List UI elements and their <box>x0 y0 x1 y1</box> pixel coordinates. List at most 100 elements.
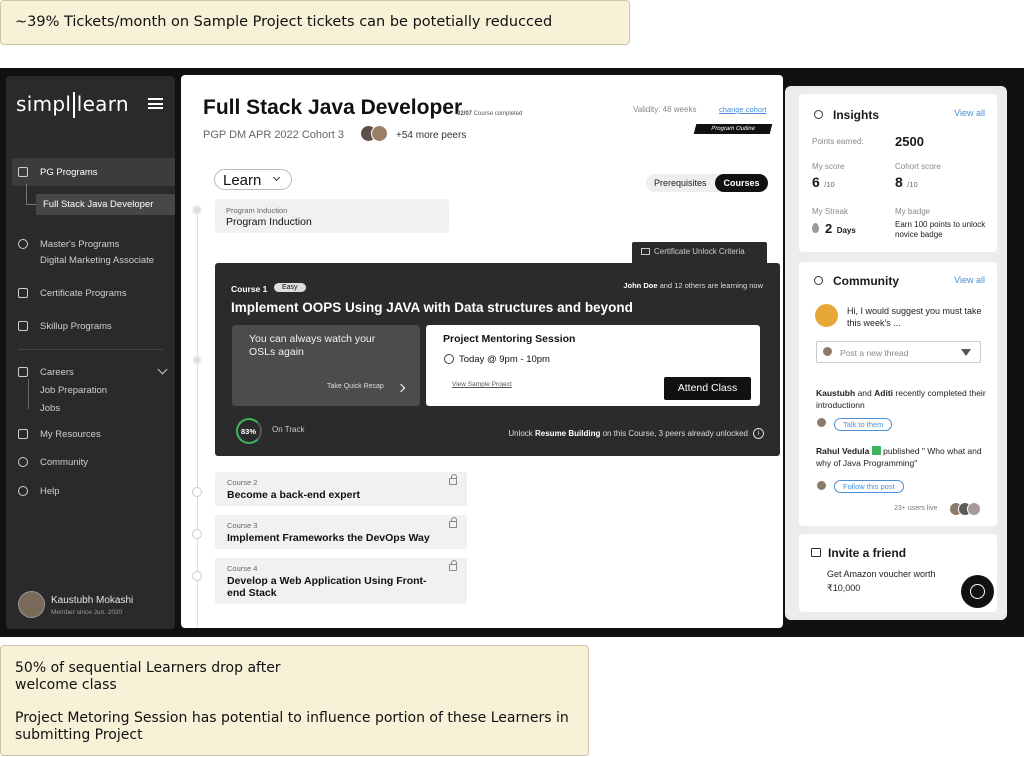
community-view-all[interactable]: View all <box>954 275 985 285</box>
timeline-dot <box>192 529 202 539</box>
course-1-card: Course 1 Easy John Doe and 12 others are… <box>215 263 780 456</box>
peer-avatars[interactable] <box>360 125 388 147</box>
unlock-bold: Resume Building <box>535 429 601 438</box>
activity-user[interactable]: Kaustubh <box>816 388 855 398</box>
sidebar-subitem-job-prep[interactable]: Job Preparation <box>40 385 107 396</box>
flame-icon <box>812 223 819 233</box>
insights-view-all[interactable]: View all <box>954 108 985 118</box>
course-number: Course 4 <box>227 564 258 573</box>
badge-text: Earn 100 points to unlock novice badge <box>895 220 986 239</box>
sidebar-subitem-label[interactable]: Digital Marketing Associate <box>40 255 154 266</box>
avatar <box>816 417 827 428</box>
avatar <box>18 591 45 618</box>
learning-now: John Doe and 12 others are learning now <box>623 281 763 290</box>
course-title: Develop a Web Application Using Front-en… <box>227 575 427 599</box>
activity-user[interactable]: Rahul Vedula <box>816 446 869 456</box>
sidebar-item-masters[interactable]: Master's Programs Digital Marketing Asso… <box>6 238 175 268</box>
tab-courses[interactable]: Courses <box>715 174 768 192</box>
logo-bar <box>73 92 75 118</box>
chevron-down-icon[interactable] <box>157 364 168 375</box>
cohort-score-value: 8 <box>895 174 903 190</box>
session-title: Project Mentoring Session <box>443 333 576 345</box>
avatar <box>822 346 833 357</box>
main-panel: Full Stack Java Developer 02/07 Course c… <box>181 75 783 628</box>
send-icon[interactable] <box>961 349 971 356</box>
unlock-pre: Unlock <box>508 429 533 438</box>
course-tabs: Prerequisites Courses <box>646 174 768 192</box>
activity-1: Kaustubh and Aditi recently completed th… <box>816 387 986 411</box>
certificate-badge-icon <box>18 239 28 249</box>
learn-dropdown[interactable]: Learn <box>214 169 292 190</box>
annotation-line: 50% of sequential Learners drop after <box>15 660 281 676</box>
sidebar-item-skillup[interactable]: Skillup Programs <box>6 321 175 335</box>
logo-part-b: learn <box>76 92 129 116</box>
streak-value: 2 <box>825 221 833 236</box>
sidebar-item-label: Help <box>40 486 60 497</box>
streak-unit: Days <box>836 226 856 235</box>
annotation-line: submitting Project <box>15 727 143 743</box>
view-sample-project-link[interactable]: View Sample Project <box>452 381 512 388</box>
sidebar-subitem-jobs[interactable]: Jobs <box>40 403 60 414</box>
unlock-info: Unlock Resume Building on this Course, 3… <box>508 429 748 438</box>
tab-prerequisites[interactable]: Prerequisites <box>654 178 707 188</box>
follow-post-button[interactable]: Follow this post <box>834 480 904 493</box>
my-score: 6 /10 <box>812 174 835 192</box>
menu-icon[interactable] <box>148 98 163 109</box>
sidebar-item-careers[interactable]: Careers Job Preparation Jobs <box>6 364 175 414</box>
user-since: Member since Jun. 2020 <box>51 609 123 616</box>
post-thread-input[interactable]: Post a new thread <box>816 341 981 363</box>
avatar <box>816 480 827 491</box>
user-profile[interactable]: Kaustubh Mokashi Member since Jun. 2020 <box>18 591 168 621</box>
certificate-icon <box>641 248 650 255</box>
quick-recap-link[interactable]: Take Quick Recap <box>327 383 384 390</box>
cohort-score-label: Cohort score <box>895 162 941 171</box>
course-4-card[interactable]: Course 4 Develop a Web Application Using… <box>215 558 467 604</box>
annotation-line: welcome class <box>15 677 117 693</box>
progress-percent: 83% <box>241 427 257 436</box>
induction-title: Program Induction <box>226 216 312 228</box>
recap-card[interactable]: You can always watch your OSLs again Tak… <box>232 325 420 406</box>
difficulty-badge: Easy <box>274 283 306 292</box>
avatar <box>967 502 981 516</box>
activity-2: Rahul Vedula published " Who what and wh… <box>816 445 986 469</box>
sidebar-item-certificate[interactable]: Certificate Programs <box>6 288 175 302</box>
page-title: Full Stack Java Developer <box>203 96 463 119</box>
change-cohort-link[interactable]: change cohort <box>719 105 767 114</box>
people-icon <box>18 457 28 467</box>
my-score-label: My score <box>812 162 845 171</box>
course-number: Course 2 <box>227 478 258 487</box>
sidebar-item-help[interactable]: Help <box>6 486 175 500</box>
help-button[interactable] <box>961 575 994 608</box>
user-name: Kaustubh Mokashi <box>51 595 134 606</box>
program-induction-card[interactable]: Program Induction Program Induction <box>215 199 449 233</box>
induction-small-label: Program Induction <box>226 206 288 215</box>
attend-class-button[interactable]: Attend Class <box>664 377 751 400</box>
badge-label: My badge <box>895 207 931 216</box>
right-rail: Insights View all Points earned: 2500 My… <box>785 86 1007 620</box>
avatar <box>371 125 388 142</box>
recap-text: You can always watch your OSLs again <box>249 333 376 358</box>
sidebar-item-community[interactable]: Community <box>6 457 175 471</box>
activity-user[interactable]: Aditi <box>874 388 893 398</box>
program-outline-button[interactable]: Program Outline <box>693 124 773 134</box>
timeline-dot <box>192 355 202 365</box>
streak-label: My Streak <box>812 207 849 216</box>
talk-to-them-button[interactable]: Talk to them <box>834 418 893 431</box>
course-2-card[interactable]: Course 2 Become a back-end expert <box>215 472 467 506</box>
info-icon[interactable]: i <box>753 428 764 439</box>
logo: simpl learn <box>16 92 129 118</box>
insights-icon <box>814 110 823 119</box>
certificate-unlock-tab[interactable]: Certificate Unlock Criteria <box>632 242 767 263</box>
my-score-value: 6 <box>812 174 820 190</box>
sidebar-subitem-full-stack[interactable]: Full Stack Java Developer <box>36 194 175 215</box>
community-message: Hi, I would suggest you must take this w… <box>847 306 982 328</box>
course-number: Course 3 <box>227 521 258 530</box>
sidebar-item-resources[interactable]: My Resources <box>6 429 175 443</box>
chevron-right-icon[interactable] <box>396 383 406 393</box>
sidebar-item-pg-programs[interactable]: PG Programs <box>12 158 175 186</box>
peers-count[interactable]: +54 more peers <box>396 130 466 141</box>
cohort-score: 8 /10 <box>895 174 918 192</box>
course-3-card[interactable]: Course 3 Implement Frameworks the DevOps… <box>215 515 467 549</box>
chevron-down-icon <box>272 173 281 182</box>
live-avatars <box>949 502 981 521</box>
